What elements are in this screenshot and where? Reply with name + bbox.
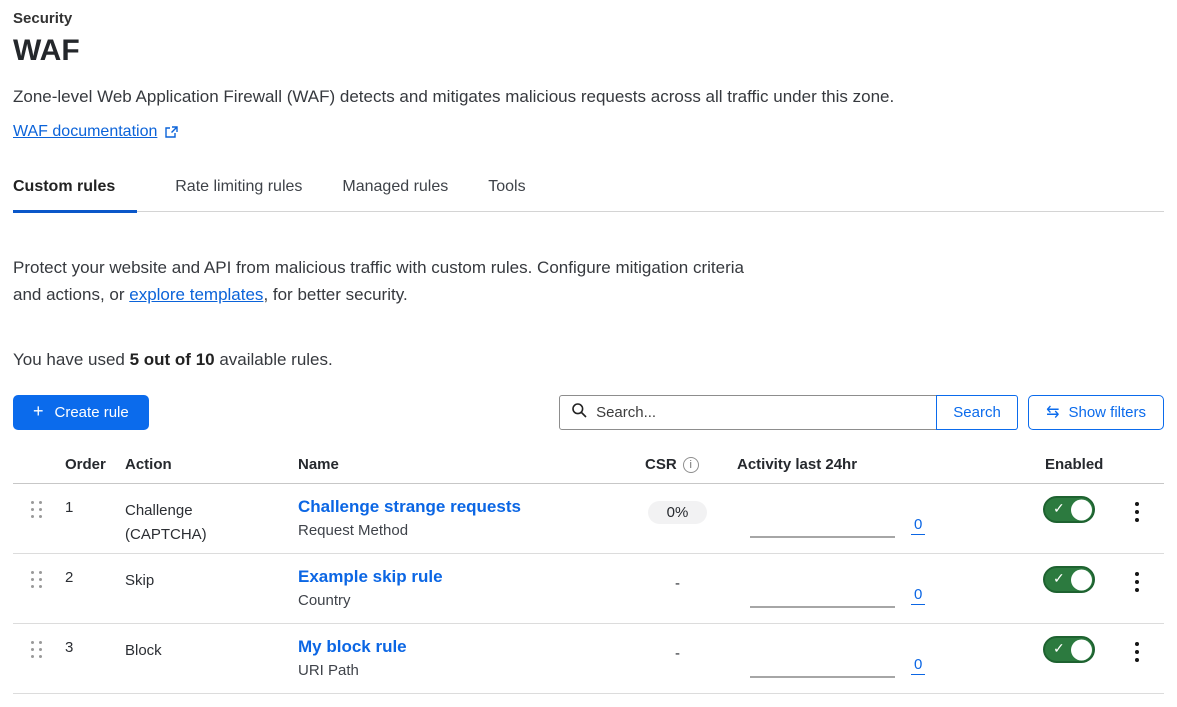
page-title: WAF (13, 34, 1164, 68)
check-icon: ✓ (1053, 570, 1065, 587)
table-row: 1 Challenge (CAPTCHA) Challenge strange … (13, 484, 1164, 554)
drag-handle-icon[interactable] (31, 501, 43, 518)
tab-custom-rules[interactable]: Custom rules (13, 178, 137, 213)
search-button[interactable]: Search (936, 395, 1018, 430)
rule-action: Challenge (CAPTCHA) (115, 484, 285, 553)
search-box (559, 395, 937, 430)
rule-action-line1: Block (125, 639, 285, 663)
rule-field: Request Method (298, 522, 620, 539)
table-row: 2 Skip Example skip rule Country - 0 ✓ (13, 554, 1164, 624)
rule-action: Block (115, 624, 285, 693)
row-menu-kebab-icon[interactable] (1129, 568, 1146, 623)
usage-count: 5 out of 10 (130, 350, 215, 369)
row-menu-kebab-icon[interactable] (1129, 638, 1146, 693)
rules-toolbar: + Create rule Search ⇆ Show filters (13, 395, 1164, 430)
plus-icon: + (33, 401, 44, 422)
rule-order: 2 (55, 554, 115, 623)
csr-value: - (675, 641, 680, 662)
rule-field: URI Path (298, 662, 620, 679)
enabled-toggle[interactable]: ✓ (1043, 636, 1095, 663)
activity-count-link[interactable]: 0 (911, 516, 925, 535)
create-rule-button[interactable]: + Create rule (13, 395, 149, 430)
enabled-toggle[interactable]: ✓ (1043, 566, 1095, 593)
create-rule-label: Create rule (55, 404, 129, 421)
activity-sparkline (750, 536, 895, 538)
check-icon: ✓ (1053, 640, 1065, 657)
activity-sparkline (750, 676, 895, 678)
waf-documentation-link[interactable]: WAF documentation (13, 123, 157, 141)
usage-suffix: available rules. (215, 350, 333, 369)
filters-arrows-icon: ⇆ (1046, 402, 1059, 422)
external-link-icon (164, 125, 178, 139)
csr-info-icon[interactable]: i (683, 457, 699, 473)
rules-usage-text: You have used 5 out of 10 available rule… (13, 350, 1164, 370)
search-group: Search (559, 395, 1018, 430)
activity-count-link[interactable]: 0 (911, 586, 925, 605)
csr-value: - (675, 571, 680, 592)
header-order: Order (55, 456, 115, 473)
tab-rate-limiting-rules[interactable]: Rate limiting rules (175, 178, 304, 213)
rule-order: 3 (55, 624, 115, 693)
rule-name-link[interactable]: Challenge strange requests (298, 497, 521, 516)
header-action: Action (115, 456, 285, 473)
check-icon: ✓ (1053, 500, 1065, 517)
tab-tools[interactable]: Tools (488, 178, 527, 213)
show-filters-button[interactable]: ⇆ Show filters (1028, 395, 1164, 430)
usage-prefix: You have used (13, 350, 130, 369)
breadcrumb-security: Security (13, 10, 1164, 27)
rule-order: 1 (55, 484, 115, 553)
search-input[interactable] (596, 404, 925, 421)
rule-name-link[interactable]: Example skip rule (298, 567, 443, 586)
tab-managed-rules[interactable]: Managed rules (342, 178, 450, 213)
explore-templates-link[interactable]: explore templates (129, 285, 263, 304)
drag-handle-icon[interactable] (31, 641, 43, 658)
activity-sparkline (750, 606, 895, 608)
rule-name-link[interactable]: My block rule (298, 637, 407, 656)
enabled-toggle[interactable]: ✓ (1043, 496, 1095, 523)
row-menu-kebab-icon[interactable] (1129, 498, 1146, 553)
rule-action-line1: Skip (125, 569, 285, 593)
activity-count-link[interactable]: 0 (911, 656, 925, 675)
header-csr: CSR (645, 456, 677, 473)
waf-tabs: Custom rules Rate limiting rules Managed… (13, 178, 1164, 212)
csr-badge: 0% (648, 501, 708, 524)
table-header: Order Action Name CSR i Activity last 24… (13, 456, 1164, 484)
rule-field: Country (298, 592, 620, 609)
search-icon (571, 402, 587, 423)
show-filters-label: Show filters (1068, 404, 1146, 421)
page-description: Zone-level Web Application Firewall (WAF… (13, 87, 1164, 107)
waf-page: Security WAF Zone-level Web Application … (0, 0, 1177, 694)
rule-action-line1: Challenge (125, 499, 285, 523)
custom-rules-intro: Protect your website and API from malici… (13, 254, 755, 308)
header-name: Name (285, 456, 620, 473)
rule-action-line2: (CAPTCHA) (125, 523, 285, 547)
header-enabled: Enabled (1030, 456, 1110, 473)
drag-handle-icon[interactable] (31, 571, 43, 588)
table-row: 3 Block My block rule URI Path - 0 ✓ (13, 624, 1164, 694)
header-activity: Activity last 24hr (735, 456, 1030, 473)
intro-text-after: , for better security. (263, 285, 407, 304)
custom-rules-table: Order Action Name CSR i Activity last 24… (13, 456, 1164, 694)
rule-action: Skip (115, 554, 285, 623)
